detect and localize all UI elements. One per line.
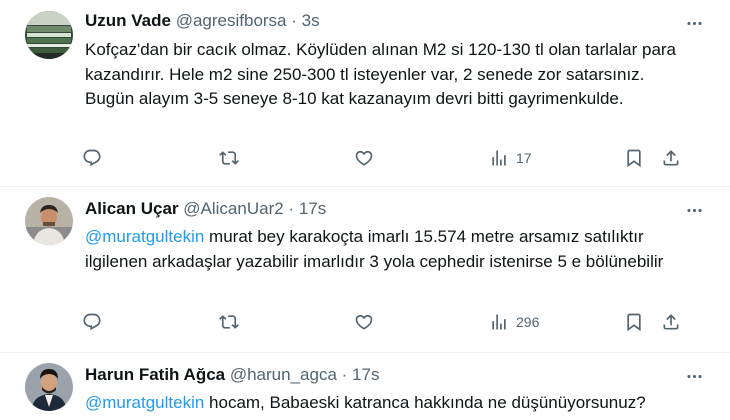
- action-bar: 296: [0, 309, 730, 335]
- more-icon[interactable]: [683, 12, 705, 34]
- tweet-header: Harun Fatih Ağca @harun_agca · 17s: [85, 365, 379, 385]
- retweet-icon[interactable]: [219, 309, 239, 335]
- bookmark-icon[interactable]: [624, 309, 644, 335]
- more-icon[interactable]: [683, 199, 705, 221]
- views-button[interactable]: 17: [489, 145, 532, 171]
- action-bar: 17: [0, 145, 730, 171]
- reply-icon[interactable]: [82, 145, 102, 171]
- user-handle[interactable]: @harun_agca: [230, 365, 337, 384]
- share-icon[interactable]: [661, 145, 681, 171]
- tweet-text: @muratgultekin murat bey karakoçta imarl…: [85, 225, 685, 274]
- retweet-icon[interactable]: [219, 145, 239, 171]
- views-icon: [489, 148, 509, 168]
- display-name[interactable]: Alican Uçar: [85, 199, 179, 218]
- separator-dot: ·: [288, 199, 295, 218]
- bookmark-icon[interactable]: [624, 145, 644, 171]
- tweet-text-content: hocam, Babaeski katranca hakkında ne düş…: [204, 393, 646, 412]
- tweet[interactable]: Uzun Vade @agresifborsa · 3s Kofçaz'dan …: [0, 0, 730, 186]
- views-button[interactable]: 296: [489, 309, 539, 335]
- views-count: 296: [516, 314, 540, 330]
- display-name[interactable]: Harun Fatih Ağca: [85, 365, 225, 384]
- tweet[interactable]: Alican Uçar @AlicanUar2 · 17s @muratgult…: [0, 187, 730, 352]
- tweet-text: @muratgultekin hocam, Babaeski katranca …: [85, 391, 705, 416]
- timestamp[interactable]: 3s: [302, 11, 320, 30]
- display-name[interactable]: Uzun Vade: [85, 11, 171, 30]
- avatar[interactable]: [25, 197, 73, 245]
- tweet-header: Alican Uçar @AlicanUar2 · 17s: [85, 199, 326, 219]
- tweet[interactable]: Harun Fatih Ağca @harun_agca · 17s @mura…: [0, 353, 730, 420]
- views-icon: [489, 312, 509, 332]
- heart-icon[interactable]: [354, 145, 374, 171]
- user-handle[interactable]: @agresifborsa: [176, 11, 287, 30]
- timestamp[interactable]: 17s: [352, 365, 379, 384]
- share-icon[interactable]: [661, 309, 681, 335]
- avatar[interactable]: [25, 11, 73, 59]
- tweet-text: Kofçaz'dan bir cacık olmaz. Köylüden alı…: [85, 40, 677, 108]
- user-handle[interactable]: @AlicanUar2: [183, 199, 283, 218]
- mention-link[interactable]: @muratgultekin: [85, 393, 204, 412]
- views-count: 17: [516, 150, 532, 166]
- tweet-header: Uzun Vade @agresifborsa · 3s: [85, 11, 320, 31]
- avatar[interactable]: [25, 363, 73, 411]
- separator-dot: ·: [341, 365, 348, 384]
- timestamp[interactable]: 17s: [299, 199, 326, 218]
- more-icon[interactable]: [683, 365, 705, 387]
- mention-link[interactable]: @muratgultekin: [85, 227, 204, 246]
- heart-icon[interactable]: [354, 309, 374, 335]
- reply-icon[interactable]: [82, 309, 102, 335]
- separator-dot: ·: [291, 11, 297, 30]
